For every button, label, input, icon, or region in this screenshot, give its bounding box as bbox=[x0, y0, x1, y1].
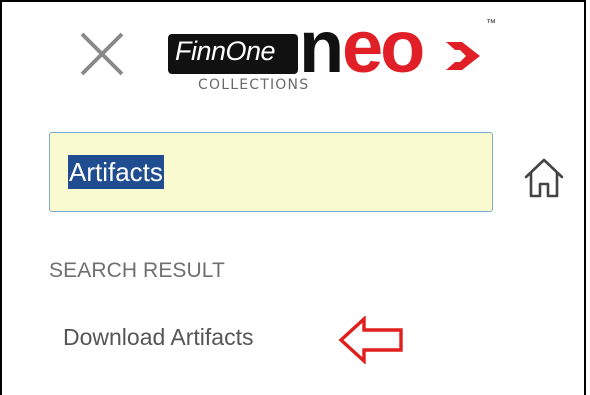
logo-box: FinnOne bbox=[168, 34, 298, 74]
logo-arrow-icon bbox=[446, 42, 480, 70]
close-button[interactable] bbox=[76, 30, 128, 78]
logo-box-text: FinnOne bbox=[175, 36, 276, 66]
logo-trademark: ™ bbox=[486, 18, 496, 29]
search-result-item-download-artifacts[interactable]: Download Artifacts bbox=[63, 324, 253, 351]
home-button[interactable] bbox=[522, 156, 566, 200]
home-icon bbox=[524, 158, 564, 198]
logo-word-n: n bbox=[299, 5, 344, 88]
close-icon bbox=[80, 32, 124, 76]
logo-subtitle: COLLECTIONS bbox=[198, 77, 310, 93]
menu-panel: FinnOne n eo ™ COLLECTIONS Artifacts SEA… bbox=[0, 0, 586, 395]
left-arrow-outline-icon bbox=[338, 316, 403, 364]
logo-word-eo: eo bbox=[342, 5, 425, 88]
search-result-heading: SEARCH RESULT bbox=[49, 259, 225, 282]
finnone-neo-logo: FinnOne n eo ™ COLLECTIONS bbox=[168, 10, 508, 94]
search-input[interactable] bbox=[49, 132, 493, 212]
